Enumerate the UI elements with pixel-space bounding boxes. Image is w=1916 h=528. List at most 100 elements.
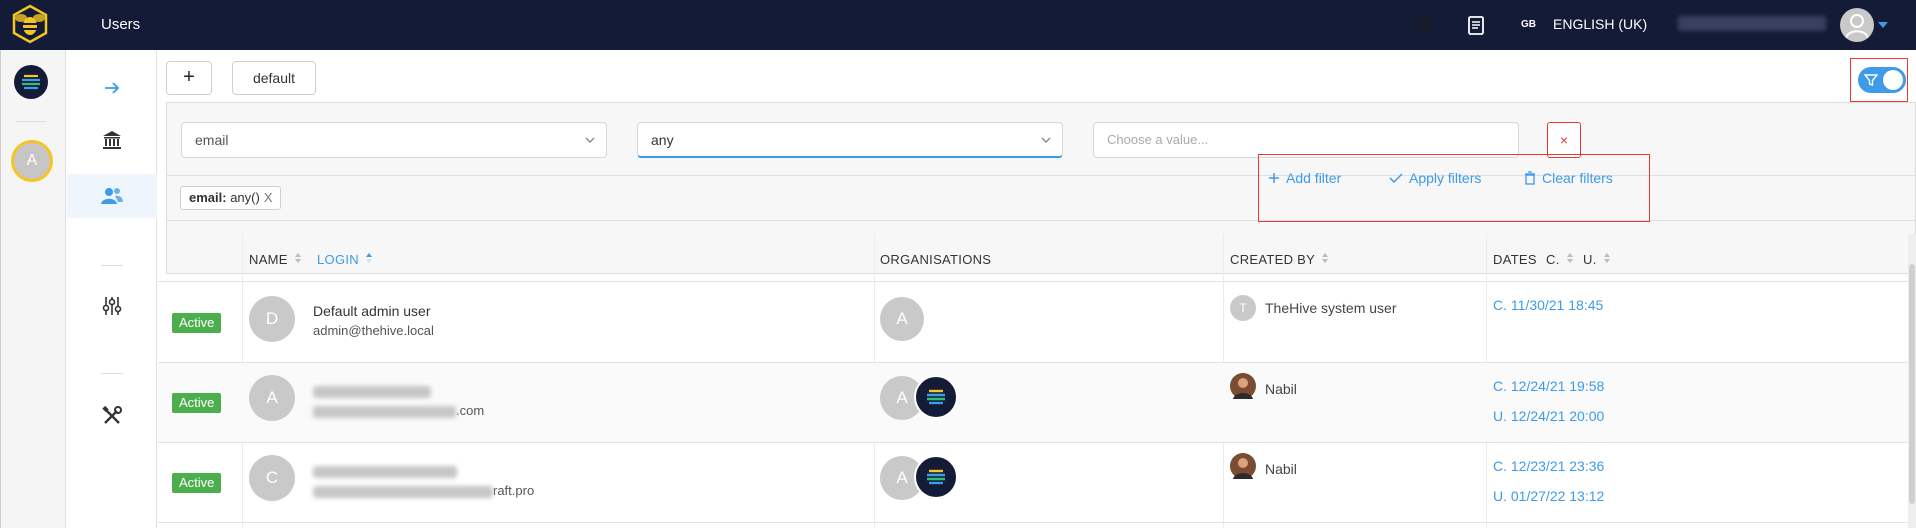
status-badge: Active xyxy=(172,473,222,493)
nav-maintenance[interactable] xyxy=(67,394,157,438)
organisation-switch-icon[interactable] xyxy=(14,65,48,99)
table-scrollbar[interactable] xyxy=(1908,234,1916,528)
creator-avatar: T xyxy=(1230,295,1256,321)
users-page: + default email any Choose a value... × … xyxy=(158,50,1916,528)
nav-divider xyxy=(101,265,123,266)
filter-icon xyxy=(1864,74,1878,86)
redacted-username[interactable] xyxy=(1678,16,1826,31)
created-date: C. 12/23/21 23:36 xyxy=(1493,458,1605,474)
user-avatar[interactable] xyxy=(1840,8,1874,42)
sort-icon xyxy=(1603,253,1610,263)
sort-icon xyxy=(1321,253,1328,263)
user-login: admin@thehive.local xyxy=(313,323,434,338)
apply-filters-label: Apply filters xyxy=(1409,170,1482,186)
org-logo-icon[interactable] xyxy=(914,375,958,419)
org-avatar[interactable]: A xyxy=(880,297,924,341)
filter-operator-select[interactable]: any xyxy=(637,122,1063,158)
nav-users[interactable] xyxy=(67,174,157,218)
org-logo-icon[interactable] xyxy=(914,455,958,499)
sliders-icon xyxy=(102,297,122,315)
nav-platform-settings[interactable] xyxy=(67,284,157,328)
apply-filters-button[interactable]: Apply filters xyxy=(1389,170,1481,186)
column-dates: DATES xyxy=(1493,252,1537,267)
chevron-down-icon xyxy=(1041,137,1051,143)
add-filter-button[interactable]: Add filter xyxy=(1268,170,1341,186)
filter-field-select[interactable]: email xyxy=(181,122,607,158)
column-organisations: ORGANISATIONS xyxy=(880,252,992,267)
sort-icon xyxy=(1566,253,1573,263)
created-date: C. 11/30/21 18:45 xyxy=(1493,297,1604,313)
active-filter-value: any() xyxy=(226,190,260,205)
page-title: Users xyxy=(101,16,141,33)
nav-divider xyxy=(101,373,123,374)
sort-ascending-icon xyxy=(365,253,372,263)
user-login: .com xyxy=(313,403,484,418)
tools-icon xyxy=(102,405,122,424)
expand-nav-button[interactable] xyxy=(67,66,157,110)
language-selector[interactable]: ENGLISH (UK) xyxy=(1553,16,1647,32)
admin-nav xyxy=(67,50,157,528)
filter-toggle[interactable] xyxy=(1858,67,1906,93)
user-login: raft.pro xyxy=(313,483,534,498)
status-badge: Active xyxy=(172,313,222,333)
language-flag[interactable]: GB xyxy=(1521,19,1536,30)
user-name[interactable]: Default admin user xyxy=(313,303,431,319)
plus-icon xyxy=(1269,173,1279,183)
column-dates-created[interactable]: C. xyxy=(1546,252,1573,267)
redacted-text xyxy=(313,405,456,418)
active-filter-tag[interactable]: email: any() X xyxy=(180,186,282,210)
column-name[interactable]: NAME xyxy=(249,252,301,267)
status-badge: Active xyxy=(172,393,222,413)
created-by: Nabil xyxy=(1265,381,1297,397)
current-user-avatar[interactable]: A xyxy=(11,140,53,182)
toggle-knob xyxy=(1883,70,1903,90)
user-name[interactable] xyxy=(313,383,431,399)
scrollbar-thumb[interactable] xyxy=(1909,264,1915,504)
column-login[interactable]: LOGIN xyxy=(317,252,372,267)
add-filter-label: Add filter xyxy=(1286,170,1342,186)
column-dates-updated[interactable]: U. xyxy=(1583,252,1610,267)
table-header: NAME LOGIN ORGANISATIONS CREATED BY DATE… xyxy=(158,234,1916,282)
creator-avatar xyxy=(1230,453,1256,479)
table-row[interactable]: Active D Default admin user admin@thehiv… xyxy=(158,283,1916,363)
filter-operator-value: any xyxy=(651,132,674,148)
filter-field-value: email xyxy=(195,132,229,148)
user-menu-caret-icon[interactable] xyxy=(1878,22,1888,28)
creator-avatar xyxy=(1230,373,1256,399)
trash-icon xyxy=(1525,171,1535,185)
redacted-text xyxy=(313,386,431,399)
updated-date: U. 12/24/21 20:00 xyxy=(1493,408,1605,424)
top-bar: Users GB ENGLISH (UK) xyxy=(0,0,1916,50)
table-row[interactable]: Active C raft.pro A Nabil C. 12/23/21 23… xyxy=(158,443,1916,523)
check-icon xyxy=(1389,173,1403,184)
user-avatar: C xyxy=(249,455,295,501)
bank-icon xyxy=(103,131,121,149)
documentation-icon[interactable] xyxy=(1465,14,1487,36)
rail-divider xyxy=(16,121,46,122)
updated-date: U. 01/27/22 13:12 xyxy=(1493,488,1605,504)
filter-preset-button[interactable]: default xyxy=(232,61,316,95)
users-icon xyxy=(101,188,123,204)
search-icon[interactable] xyxy=(1414,15,1436,37)
active-filters-bar: email: any() X xyxy=(167,175,1915,221)
created-by: Nabil xyxy=(1265,461,1297,477)
chevron-down-icon xyxy=(585,137,595,143)
column-created-by[interactable]: CREATED BY xyxy=(1230,252,1328,267)
remove-tag-icon[interactable]: X xyxy=(264,190,273,205)
created-by: TheHive system user xyxy=(1265,300,1397,316)
redacted-text xyxy=(313,466,457,479)
redacted-text xyxy=(313,485,493,498)
clear-filters-button[interactable]: Clear filters xyxy=(1524,170,1613,186)
user-name[interactable] xyxy=(313,463,457,479)
thehive-logo-icon[interactable] xyxy=(8,3,52,47)
nav-organisations[interactable] xyxy=(67,118,157,162)
add-user-button[interactable]: + xyxy=(166,61,212,95)
sort-icon xyxy=(294,253,301,263)
arrow-right-icon xyxy=(105,82,120,94)
remove-filter-button[interactable]: × xyxy=(1547,122,1581,158)
table-row[interactable]: Active A .com A Nabil C. 12/24/21 19:58 … xyxy=(158,363,1916,443)
filter-value-input[interactable]: Choose a value... xyxy=(1093,122,1519,158)
active-filter-field: email: xyxy=(189,190,227,205)
user-avatar: D xyxy=(249,296,295,342)
highlight-frame xyxy=(1258,154,1650,222)
